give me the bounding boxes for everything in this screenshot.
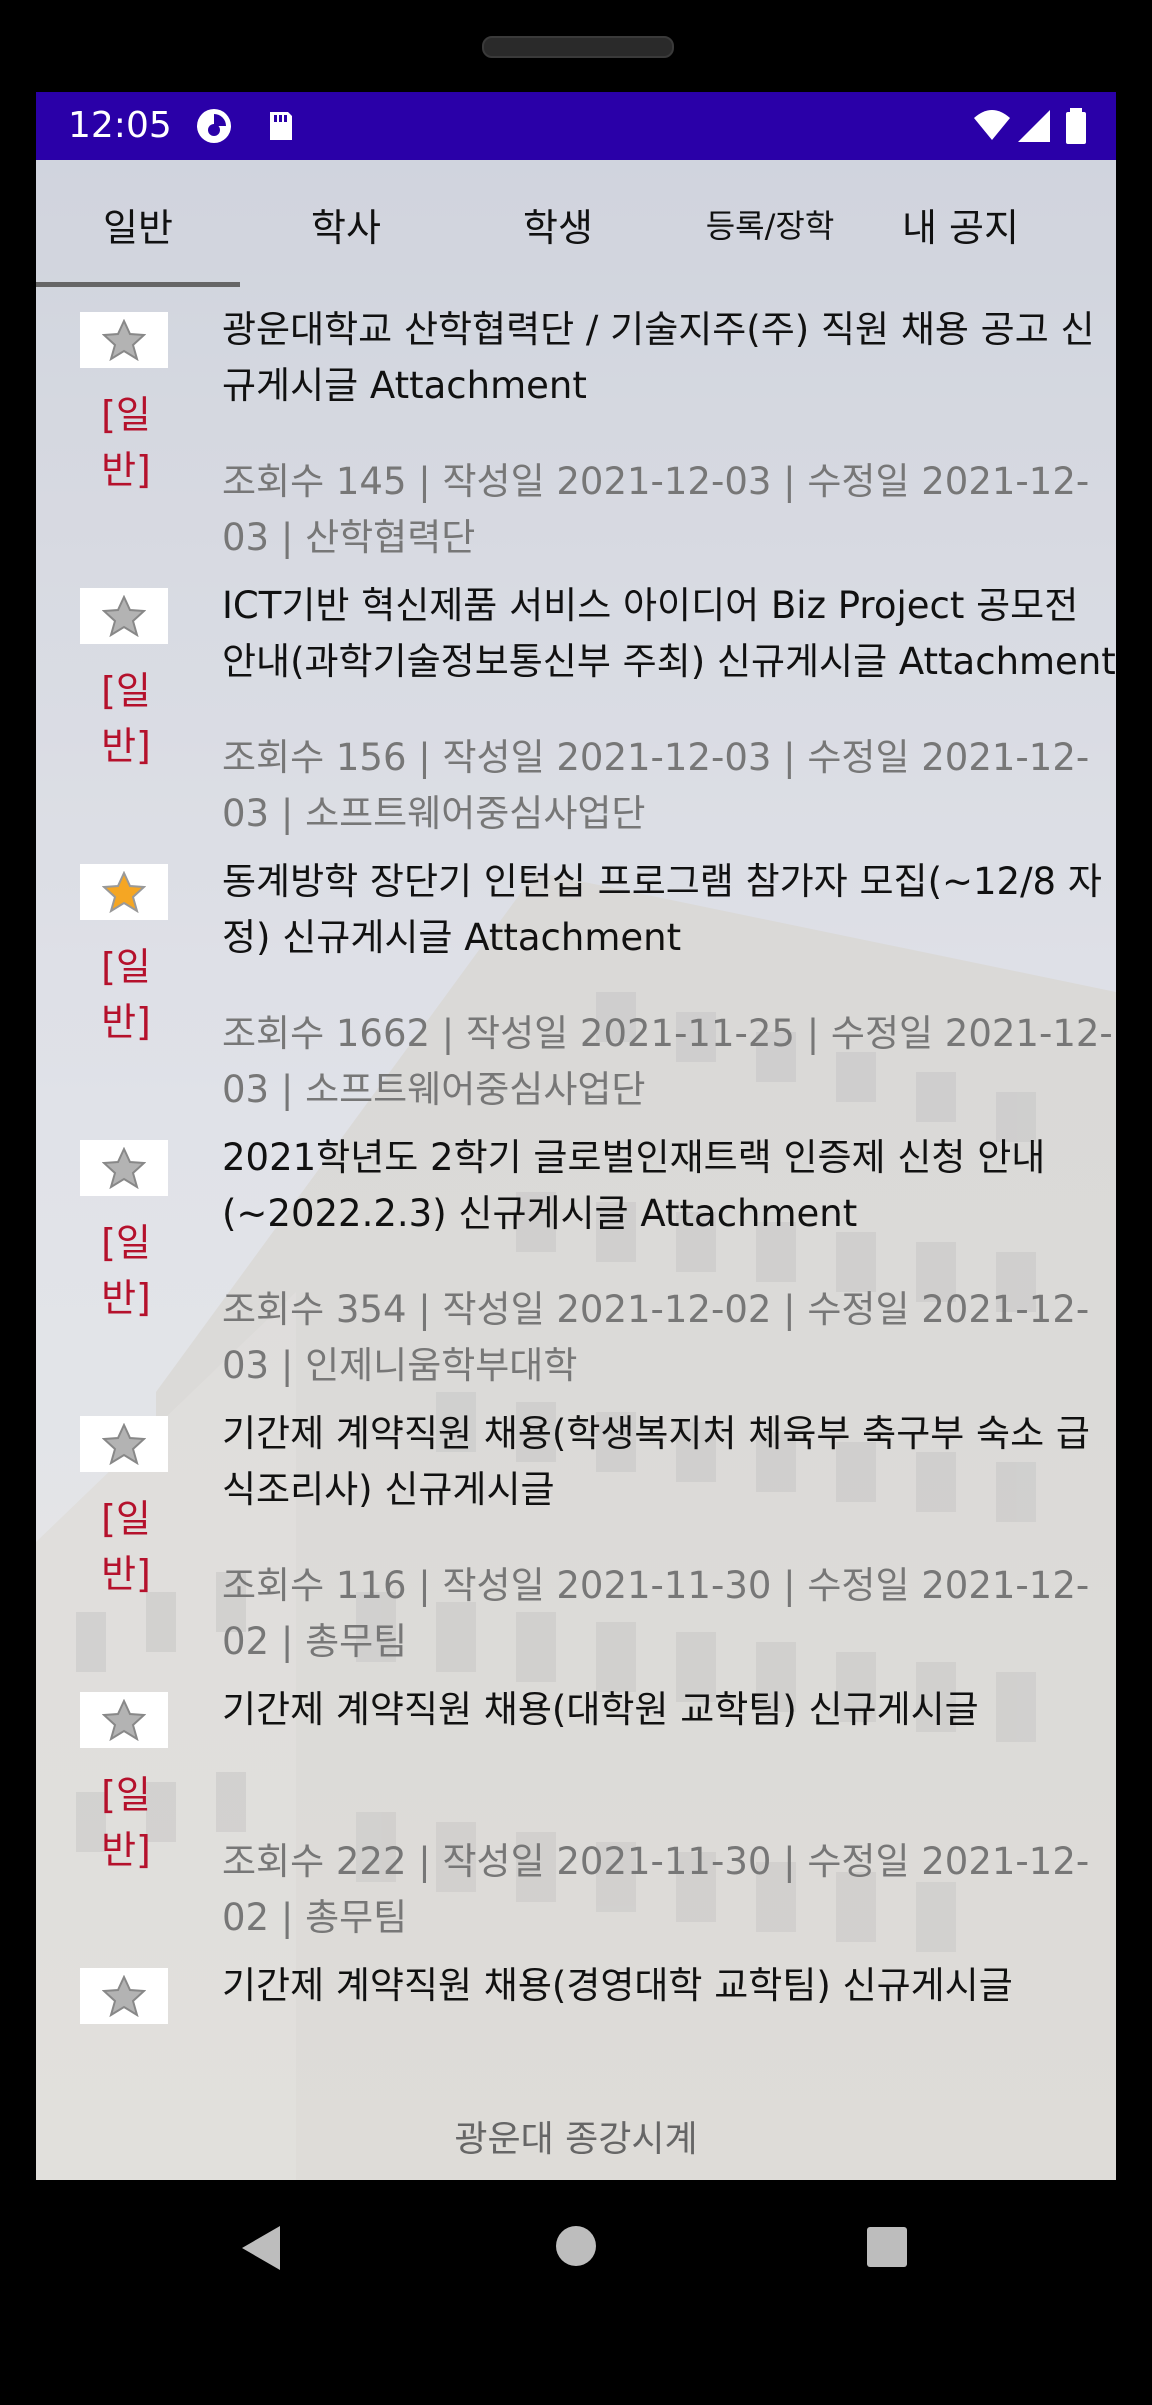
system-navigation-bar bbox=[0, 2180, 1152, 2320]
tab-student[interactable]: 학생 bbox=[452, 160, 664, 288]
notice-meta: 조회수 145 | 작성일 2021-12-03 | 수정일 2021-12-0… bbox=[222, 460, 1090, 559]
notice-title[interactable]: 2021학년도 2학기 글로벌인재트랙 인증제 신청 안내(~2022.2.3)… bbox=[222, 1130, 1116, 1242]
favorite-star-button[interactable] bbox=[80, 588, 168, 644]
list-item[interactable]: [일반] ICT기반 혁신제품 서비스 아이디어 Biz Project 공모전… bbox=[36, 564, 1116, 840]
favorite-star-button[interactable] bbox=[80, 312, 168, 368]
notice-title[interactable]: ICT기반 혁신제품 서비스 아이디어 Biz Project 공모전 안내(과… bbox=[222, 578, 1116, 690]
category-label: [일반] bbox=[101, 945, 151, 1044]
phone-frame: 12:05 일반 학사 학생 등록/장학 내 공지 [일반] 광운대학교 산학협… bbox=[0, 0, 1152, 2405]
list-item[interactable]: [일반] 광운대학교 산학협력단 / 기술지주(주) 직원 채용 공고 신규게시… bbox=[36, 288, 1116, 564]
category-label: [일반] bbox=[101, 1221, 151, 1320]
favorite-star-button[interactable] bbox=[80, 1968, 168, 2024]
notice-title[interactable]: 기간제 계약직원 채용(학생복지처 체육부 축구부 숙소 급식조리사) 신규게시… bbox=[222, 1406, 1116, 1518]
list-item[interactable]: [일반] 기간제 계약직원 채용(학생복지처 체육부 축구부 숙소 급식조리사)… bbox=[36, 1392, 1116, 1668]
notice-meta: 조회수 116 | 작성일 2021-11-30 | 수정일 2021-12-0… bbox=[222, 1564, 1090, 1663]
notice-title[interactable]: 동계방학 장단기 인턴십 프로그램 참가자 모집(~12/8 자정) 신규게시글… bbox=[222, 854, 1116, 966]
star-outline-icon bbox=[102, 1147, 146, 1189]
back-icon[interactable] bbox=[238, 2224, 284, 2272]
star-outline-icon bbox=[102, 1423, 146, 1465]
notice-title[interactable]: 기간제 계약직원 채용(대학원 교학팀) 신규게시글 bbox=[222, 1682, 1116, 1738]
star-outline-icon bbox=[102, 1975, 146, 2017]
notice-meta: 조회수 354 | 작성일 2021-12-02 | 수정일 2021-12-0… bbox=[222, 1288, 1090, 1387]
notice-title[interactable]: 광운대학교 산학협력단 / 기술지주(주) 직원 채용 공고 신규게시글 Att… bbox=[222, 302, 1116, 414]
tab-academic[interactable]: 학사 bbox=[240, 160, 452, 288]
recents-icon[interactable] bbox=[866, 2226, 908, 2268]
favorite-star-button[interactable] bbox=[80, 864, 168, 920]
countdown-link[interactable]: 광운대 종강시계 bbox=[36, 2110, 1116, 2162]
battery-icon bbox=[1066, 108, 1086, 144]
star-outline-icon bbox=[102, 595, 146, 637]
sd-card-icon bbox=[270, 112, 292, 140]
category-tab-bar: 일반 학사 학생 등록/장학 내 공지 bbox=[36, 160, 1116, 288]
status-time: 12:05 bbox=[68, 105, 172, 146]
notice-meta: 조회수 222 | 작성일 2021-11-30 | 수정일 2021-12-0… bbox=[222, 1840, 1090, 1939]
notice-meta: 조회수 1662 | 작성일 2021-11-25 | 수정일 2021-12-… bbox=[222, 1012, 1113, 1111]
tab-my-notices[interactable]: 내 공지 bbox=[876, 160, 1116, 288]
tab-registration-scholarship[interactable]: 등록/장학 bbox=[664, 160, 876, 288]
category-label: [일반] bbox=[101, 1773, 151, 1872]
star-outline-icon bbox=[102, 319, 146, 361]
list-item[interactable]: [일반] 기간제 계약직원 채용(대학원 교학팀) 신규게시글 조회수 222 … bbox=[36, 1668, 1116, 1944]
list-item[interactable]: [일반] 2021학년도 2학기 글로벌인재트랙 인증제 신청 안내(~2022… bbox=[36, 1116, 1116, 1392]
tab-general[interactable]: 일반 bbox=[36, 160, 240, 288]
notice-title[interactable]: 기간제 계약직원 채용(경영대학 교학팀) 신규게시글 bbox=[222, 1958, 1116, 2014]
category-label: [일반] bbox=[101, 393, 151, 492]
favorite-star-button[interactable] bbox=[80, 1692, 168, 1748]
selected-tab-indicator bbox=[36, 282, 240, 287]
app-screen: 12:05 일반 학사 학생 등록/장학 내 공지 [일반] 광운대학교 산학협… bbox=[36, 92, 1116, 2180]
star-filled-icon bbox=[102, 871, 146, 913]
star-outline-icon bbox=[102, 1699, 146, 1741]
favorite-star-button[interactable] bbox=[80, 1140, 168, 1196]
favorite-star-button[interactable] bbox=[80, 1416, 168, 1472]
category-label: [일반] bbox=[101, 669, 151, 768]
data-saver-icon bbox=[197, 109, 231, 143]
status-bar: 12:05 bbox=[36, 92, 1116, 160]
wifi-icon bbox=[974, 110, 1010, 140]
home-icon[interactable] bbox=[554, 2224, 598, 2268]
signal-icon bbox=[1018, 110, 1050, 142]
speaker-grille bbox=[482, 36, 674, 58]
notice-meta: 조회수 156 | 작성일 2021-12-03 | 수정일 2021-12-0… bbox=[222, 736, 1090, 835]
category-label: [일반] bbox=[101, 1497, 151, 1596]
list-item[interactable]: [일반] 동계방학 장단기 인턴십 프로그램 참가자 모집(~12/8 자정) … bbox=[36, 840, 1116, 1116]
